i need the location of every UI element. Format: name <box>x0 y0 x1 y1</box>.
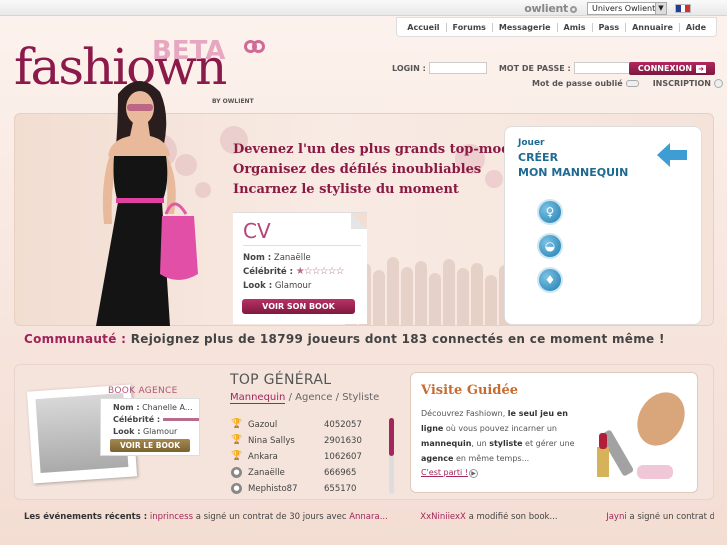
create-model-panel: Jouer CRÉER MON MANNEQUIN ♀ ◒ ♦ <box>504 126 702 325</box>
french-flag-icon[interactable] <box>675 4 691 13</box>
beta-label: BETA <box>152 36 226 66</box>
univers-select-value: Univers Owlient <box>592 4 656 13</box>
play-arrow-icon[interactable]: ▶ <box>469 469 478 478</box>
agence-celebrite-label: Célébrité : <box>113 415 161 424</box>
toggle-icon[interactable] <box>625 80 639 87</box>
jouer-label: Jouer <box>518 138 545 148</box>
cv-look-value: Glamour <box>274 281 312 291</box>
bronze-trophy-icon: 🏆 <box>231 451 243 461</box>
event-user[interactable]: XxNiniiexX <box>420 512 466 522</box>
ranking-row[interactable]: ● Zanaëlle 666965 <box>231 467 391 478</box>
crowd-silhouette <box>345 245 515 325</box>
nav-accueil[interactable]: Accueil <box>401 23 445 32</box>
tagline-1: Devenez l'un des plus grands top-models <box>233 142 531 157</box>
tab-agence[interactable]: Agence <box>295 392 332 403</box>
connexion-button[interactable]: CONNEXION ➜ <box>629 62 715 75</box>
main-nav: Accueil Forums Messagerie Amis Pass Annu… <box>396 17 717 37</box>
top-general-title: TOP GÉNÉRAL <box>230 372 332 388</box>
top-general-tabs: Mannequin / Agence / Styliste <box>230 392 380 404</box>
owlient-gear-icon <box>570 5 577 13</box>
nav-aide[interactable]: Aide <box>678 22 712 32</box>
tab-styliste[interactable]: Styliste <box>342 392 379 403</box>
event-user[interactable]: Annara... <box>349 512 388 522</box>
nav-forums[interactable]: Forums <box>445 22 492 32</box>
visite-title: Visite Guidée <box>421 383 518 398</box>
hair-icon[interactable]: ◒ <box>537 233 563 259</box>
password-input[interactable] <box>573 62 632 74</box>
ranking-row[interactable]: ● Mephisto87 655170 <box>231 483 391 494</box>
community-bar: Communauté : Rejoignez plus de 18799 jou… <box>14 328 714 352</box>
inscription-link[interactable]: INSCRIPTION <box>653 79 711 88</box>
cv-look-label: Look : <box>243 281 273 291</box>
celebrity-stars: ★☆☆☆☆☆ <box>295 266 345 277</box>
tab-mannequin[interactable]: Mannequin <box>230 392 286 404</box>
arrow-right-icon: ➜ <box>696 65 707 73</box>
login-label: LOGIN : <box>392 63 426 73</box>
ranking-row[interactable]: 🏆 Ankara 1062607 <box>231 451 391 462</box>
nav-messagerie[interactable]: Messagerie <box>491 22 557 32</box>
silver-trophy-icon: 🏆 <box>231 435 243 445</box>
community-text: Rejoignez plus de 18799 joueurs dont 183… <box>130 332 665 346</box>
ranking-scrollbar[interactable] <box>389 418 394 494</box>
nav-amis[interactable]: Amis <box>556 22 592 32</box>
circle-arrow-icon[interactable] <box>713 79 723 88</box>
model-illustration <box>96 80 198 326</box>
owlient-logo[interactable]: owlient <box>524 2 577 15</box>
nav-pass[interactable]: Pass <box>591 22 626 32</box>
agence-look-label: Look : <box>113 427 141 436</box>
agence-celebrity-bar <box>162 418 199 421</box>
by-owlient-label: BY OWLIENT <box>212 98 254 105</box>
gold-trophy-icon: 🏆 <box>231 419 243 429</box>
model-body-icon[interactable]: ♀ <box>537 199 563 225</box>
agence-nom-label: Nom : <box>113 403 140 412</box>
ranking-row[interactable]: 🏆 Gazoul 4052057 <box>231 419 391 430</box>
hero-taglines: Devenez l'un des plus grands top-models … <box>233 140 531 200</box>
cv-celebrite-label: Célébrité : <box>243 267 294 277</box>
cv-nom-label: Nom : <box>243 253 272 263</box>
top-general: TOP GÉNÉRAL <box>230 372 331 388</box>
outfit-icon[interactable]: ♦ <box>537 267 563 293</box>
tagline-2: Organisez des défilés inoubliables <box>233 162 482 177</box>
login-form: LOGIN : MOT DE PASSE : <box>392 62 644 74</box>
makeup-illustration <box>597 392 685 479</box>
cv-card: CV Nom : Zanaëlle Célébrité : ★☆☆☆☆☆ Loo… <box>233 212 367 324</box>
password-label: MOT DE PASSE : <box>498 63 571 73</box>
book-agence-card: BOOK AGENCE Nom : Chanelle A... Célébrit… <box>100 380 200 456</box>
cv-nom-value: Zanaëlle <box>273 253 311 263</box>
top-bar: owlient Univers Owlient ▼ <box>0 0 727 16</box>
rings-logo-icon <box>244 36 268 58</box>
cv-title: CV <box>243 219 271 243</box>
badge-4-icon: ● <box>231 467 242 478</box>
book-agence-title: BOOK AGENCE <box>108 386 178 396</box>
login-input[interactable] <box>428 62 487 74</box>
badge-5-icon: ● <box>231 483 242 494</box>
univers-select[interactable]: Univers Owlient ▼ <box>587 2 667 15</box>
nav-annuaire[interactable]: Annuaire <box>625 22 679 32</box>
back-arrow-icon[interactable] <box>657 143 687 167</box>
community-label: Communauté : <box>24 332 127 346</box>
chevron-down-icon: ▼ <box>655 3 666 14</box>
visite-guidee-panel: Visite Guidée Découvrez Fashiown, le seu… <box>410 372 698 493</box>
voir-son-book-button[interactable]: VOIR SON BOOK <box>242 299 355 314</box>
recent-events: Les événements récents : inprincess a si… <box>24 512 714 522</box>
agence-look-value: Glamour <box>142 427 178 436</box>
tagline-3: Incarnez le styliste du moment <box>233 182 459 197</box>
events-label: Les événements récents : <box>24 512 148 522</box>
event-user[interactable]: inprincess <box>150 512 193 522</box>
ranking-row[interactable]: 🏆 Nina Sallys 2901630 <box>231 435 391 446</box>
agence-nom-value: Chanelle A... <box>142 403 193 412</box>
create-model-link[interactable]: CRÉER MON MANNEQUIN <box>518 150 628 180</box>
event-user[interactable]: Jayni <box>606 512 627 522</box>
forgot-password-link[interactable]: Mot de passe oublié <box>532 79 623 88</box>
visite-text: Découvrez Fashiown, le seul jeu en ligne… <box>421 409 575 463</box>
voir-le-book-button[interactable]: VOIR LE BOOK <box>110 439 190 452</box>
cest-parti-link[interactable]: C'est parti ! <box>421 468 468 477</box>
